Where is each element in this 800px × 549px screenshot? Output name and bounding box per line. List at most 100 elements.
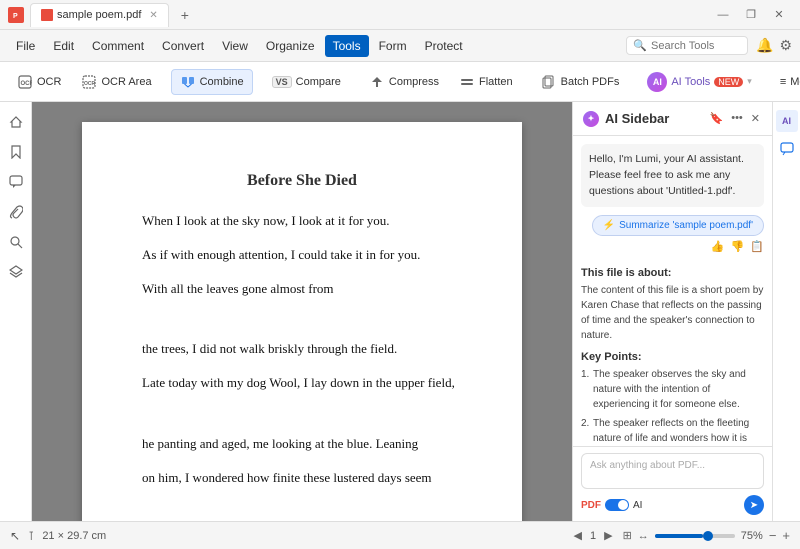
compare-badge: VS <box>272 76 292 88</box>
flatten-icon <box>459 74 475 90</box>
svg-text:P: P <box>13 13 18 20</box>
right-chat-icon[interactable] <box>776 138 798 160</box>
sidebar-attachment-icon[interactable] <box>4 200 28 224</box>
pdf-doc-title: Before She Died <box>142 172 462 190</box>
ai-file-about-section: This file is about: The content of this … <box>581 267 764 343</box>
ai-input-field[interactable]: Ask anything about PDF... <box>581 453 764 489</box>
menu-form[interactable]: Form <box>371 35 415 57</box>
notification-icon[interactable]: 🔔 <box>756 37 773 54</box>
copy-btn[interactable]: 📋 <box>750 240 764 253</box>
compress-btn[interactable]: Compress <box>360 69 448 95</box>
search-tools-input[interactable] <box>651 40 741 52</box>
lumi-icon: AI <box>647 72 667 92</box>
menu-comment[interactable]: Comment <box>84 35 152 57</box>
sidebar-bookmark-icon[interactable] <box>4 140 28 164</box>
pdf-tab-icon <box>41 9 53 21</box>
zoom-slider[interactable] <box>655 534 735 538</box>
pdf-para-3: With all the leaves gone almost from the… <box>142 278 462 360</box>
menu-tools[interactable]: Tools <box>325 35 369 57</box>
ai-summarize-section: ⚡ Summarize 'sample poem.pdf' 👍 👎 📋 <box>581 215 764 261</box>
thumbs-up-btn[interactable]: 👍 <box>711 240 725 253</box>
ocr-area-btn[interactable]: OCR OCR Area <box>72 69 160 95</box>
account-icon[interactable]: ⚙ <box>779 37 792 54</box>
page-dimensions: 21 × 29.7 cm <box>42 530 106 542</box>
close-btn[interactable]: ✕ <box>766 2 792 28</box>
ocr-btn[interactable]: OCR OCR <box>8 69 70 95</box>
status-bar: ↖ ⊺ 21 × 29.7 cm ◀ 1 ▶ ⊞ ↔ 75% − + <box>0 521 800 549</box>
zoom-in-btn[interactable]: + <box>782 528 790 543</box>
ai-sidebar-header: ✦ AI Sidebar 🔖 ••• ✕ <box>573 102 772 136</box>
menu-bar: File Edit Comment Convert View Organize … <box>0 30 800 62</box>
right-mini-bar: AI <box>772 102 800 521</box>
summarize-icon: ⚡ <box>603 220 615 231</box>
prev-page-btn[interactable]: ◀ <box>570 528 586 543</box>
pdf-viewer[interactable]: Before She Died When I look at the sky n… <box>32 102 572 521</box>
sidebar-layers-icon[interactable] <box>4 260 28 284</box>
zoom-out-btn[interactable]: − <box>769 528 777 543</box>
ocr-area-icon: OCR <box>81 74 97 90</box>
sidebar-comment-icon[interactable] <box>4 170 28 194</box>
combine-label: Combine <box>200 76 244 88</box>
menu-organize[interactable]: Organize <box>258 35 323 57</box>
menu-protect[interactable]: Protect <box>417 35 471 57</box>
batch-pdfs-btn[interactable]: Batch PDFs <box>532 69 629 95</box>
menu-edit[interactable]: Edit <box>45 35 82 57</box>
sidebar-home-icon[interactable] <box>4 110 28 134</box>
ai-greeting-text: Hello, I'm Lumi, your AI assistant. Plea… <box>581 144 764 207</box>
ai-sidebar-title: AI Sidebar <box>605 111 702 126</box>
ai-close-icon[interactable]: ✕ <box>749 110 762 127</box>
zoom-level: 75% <box>741 530 763 542</box>
ai-badge: NEW <box>714 77 743 87</box>
pdf-icon-bottom: PDF <box>581 500 601 511</box>
more-icon: ≡ <box>780 76 786 88</box>
ai-input-placeholder: Ask anything about PDF... <box>590 460 705 471</box>
pdf-para-4: Late today with my dog Wool, I lay down … <box>142 372 462 454</box>
fit-page-btn[interactable]: ⊞ <box>623 529 632 542</box>
compare-label: Compare <box>296 76 341 88</box>
ai-tools-btn[interactable]: AI AI Tools NEW ▾ <box>638 67 760 97</box>
right-lumi-icon[interactable]: AI <box>776 110 798 132</box>
minimize-btn[interactable]: — <box>710 2 736 28</box>
ai-send-btn[interactable]: ➤ <box>744 495 764 515</box>
ai-chevron: ▾ <box>747 76 752 87</box>
compare-btn[interactable]: VS Compare <box>263 71 350 93</box>
ai-content-area: Hello, I'm Lumi, your AI assistant. Plea… <box>573 136 772 446</box>
new-tab-btn[interactable]: + <box>175 5 195 25</box>
sidebar-search-icon[interactable] <box>4 230 28 254</box>
flatten-label: Flatten <box>479 76 513 88</box>
pdf-tab[interactable]: sample poem.pdf ✕ <box>30 3 169 27</box>
ai-key-points-title: Key Points: <box>581 351 764 363</box>
svg-text:OCR: OCR <box>84 81 96 87</box>
ai-bookmark-icon[interactable]: 🔖 <box>708 110 726 127</box>
ai-more-icon[interactable]: ••• <box>729 110 745 127</box>
page-number: 1 <box>590 530 596 542</box>
ai-bottom-bar: Ask anything about PDF... PDF AI ➤ <box>573 446 772 521</box>
title-bar: P sample poem.pdf ✕ + — ❐ ✕ <box>0 0 800 30</box>
menu-view[interactable]: View <box>214 35 256 57</box>
ai-summarize-pill-label: Summarize 'sample poem.pdf' <box>619 220 753 231</box>
pdf-para-5: on him, I wondered how finite these lust… <box>142 467 462 521</box>
menu-file[interactable]: File <box>8 35 43 57</box>
menu-convert[interactable]: Convert <box>154 35 212 57</box>
more-btn[interactable]: ≡ More ▾ <box>771 71 800 93</box>
combine-btn[interactable]: Combine <box>171 69 253 95</box>
status-bar-right: ◀ 1 ▶ ⊞ ↔ 75% − + <box>570 528 791 543</box>
left-sidebar <box>0 102 32 521</box>
tab-close-btn[interactable]: ✕ <box>149 10 157 21</box>
pdf-para-2: As if with enough attention, I could tak… <box>142 244 462 266</box>
ai-feedback-row: 👍 👎 📋 <box>711 240 764 253</box>
ai-pdf-toggle[interactable] <box>605 499 629 511</box>
ai-summarize-pill-btn[interactable]: ⚡ Summarize 'sample poem.pdf' <box>592 215 764 236</box>
ai-file-about-text: The content of this file is a short poem… <box>581 283 764 343</box>
compress-label: Compress <box>389 76 439 88</box>
fit-width-btn[interactable]: ↔ <box>638 530 649 542</box>
cursor-icon: ↖ <box>10 529 20 543</box>
maximize-btn[interactable]: ❐ <box>738 2 764 28</box>
flatten-btn[interactable]: Flatten <box>450 69 522 95</box>
thumbs-down-btn[interactable]: 👎 <box>731 240 745 253</box>
svg-text:OCR: OCR <box>21 81 33 87</box>
batch-pdfs-icon <box>541 74 557 90</box>
next-page-btn[interactable]: ▶ <box>600 528 616 543</box>
tab-filename: sample poem.pdf <box>57 9 141 21</box>
ai-key-point-1: The speaker observes the sky and nature … <box>581 367 764 412</box>
